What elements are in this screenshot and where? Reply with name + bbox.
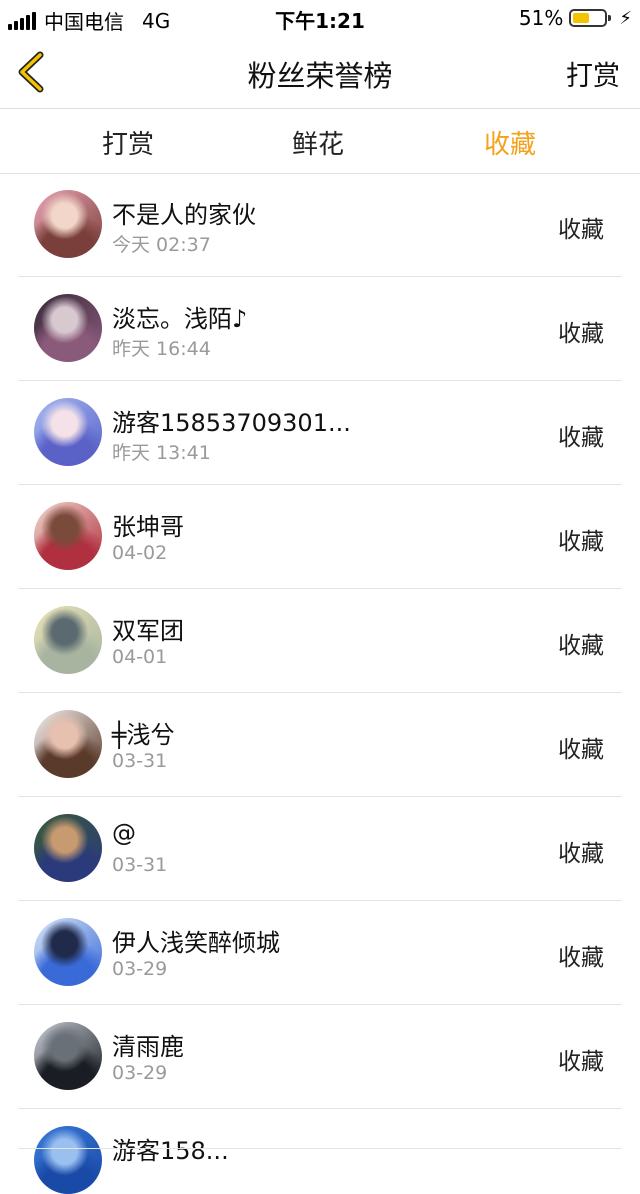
nav-bar: 粉丝荣誉榜 打赏 [0,36,640,109]
avatar [34,294,102,362]
timestamp: 昨天 16:44 [112,338,211,360]
timestamp: 03-29 [112,1062,168,1084]
user-name: 不是人的家伙 [112,201,256,229]
user-name: 清雨鹿 [112,1033,184,1061]
fan-list: 不是人的家伙 今天 02:37 收藏 淡忘。浅陌♪ 昨天 16:44 收藏 游客… [0,173,640,1194]
list-item[interactable]: @ 03-31 收藏 [0,797,640,901]
user-name: @ [112,819,136,847]
avatar [34,606,102,674]
reward-button[interactable]: 打赏 [566,54,620,93]
status-bar: 中国电信 4G 下午1:21 51% ⚡ [0,0,640,36]
tab-reward[interactable]: 打赏 [68,124,188,161]
avatar [34,190,102,258]
charging-icon: ⚡ [619,7,632,29]
list-item[interactable]: 双军团 04-01 收藏 [0,589,640,693]
list-item[interactable]: 不是人的家伙 今天 02:37 收藏 [0,173,640,277]
action-tag: 收藏 [558,1049,604,1075]
user-name: 游客158... [112,1137,229,1165]
avatar [34,814,102,882]
battery-icon [569,9,612,27]
tab-favorites[interactable]: 收藏 [450,124,570,161]
avatar [34,710,102,778]
page-title: 粉丝荣誉榜 [247,59,393,93]
action-tag: 收藏 [558,217,604,243]
action-tag: 收藏 [558,425,604,451]
timestamp: 03-31 [112,854,168,876]
tab-bar: 打赏 鲜花 收藏 [0,109,640,174]
avatar [34,398,102,466]
action-tag: 收藏 [558,945,604,971]
list-item[interactable]: 游客15853709301... 昨天 13:41 收藏 [0,381,640,485]
list-item[interactable]: 淡忘。浅陌♪ 昨天 16:44 收藏 [0,277,640,381]
timestamp: 昨天 13:41 [112,442,211,464]
user-name: 双军团 [112,617,184,645]
battery-percent: 51% [518,6,564,30]
action-tag: 收藏 [558,529,604,555]
list-item[interactable]: 游客158... [0,1109,640,1194]
timestamp: 03-29 [112,958,168,980]
timestamp: 03-31 [112,750,168,772]
avatar [34,918,102,986]
user-name: 伊人浅笑醉倾城 [112,929,280,957]
timestamp: 04-01 [112,646,168,668]
user-name: 游客15853709301... [112,409,351,437]
timestamp: 今天 02:37 [112,234,211,256]
action-tag: 收藏 [558,633,604,659]
list-item[interactable]: 伊人浅笑醉倾城 03-29 收藏 [0,901,640,1005]
list-item[interactable]: 张坤哥 04-02 收藏 [0,485,640,589]
list-item[interactable]: 清雨鹿 03-29 收藏 [0,1005,640,1109]
timestamp: 04-02 [112,542,168,564]
user-name: ╪浅兮 [112,721,175,749]
status-right: 51% ⚡ [519,6,632,30]
tab-flowers[interactable]: 鲜花 [258,124,378,161]
action-tag: 收藏 [558,737,604,763]
avatar [34,1022,102,1090]
list-item[interactable]: ╪浅兮 03-31 收藏 [0,693,640,797]
action-tag: 收藏 [558,841,604,867]
user-name: 淡忘。浅陌♪ [112,305,248,333]
avatar [34,502,102,570]
avatar [34,1126,102,1194]
user-name: 张坤哥 [112,513,184,541]
action-tag: 收藏 [558,321,604,347]
